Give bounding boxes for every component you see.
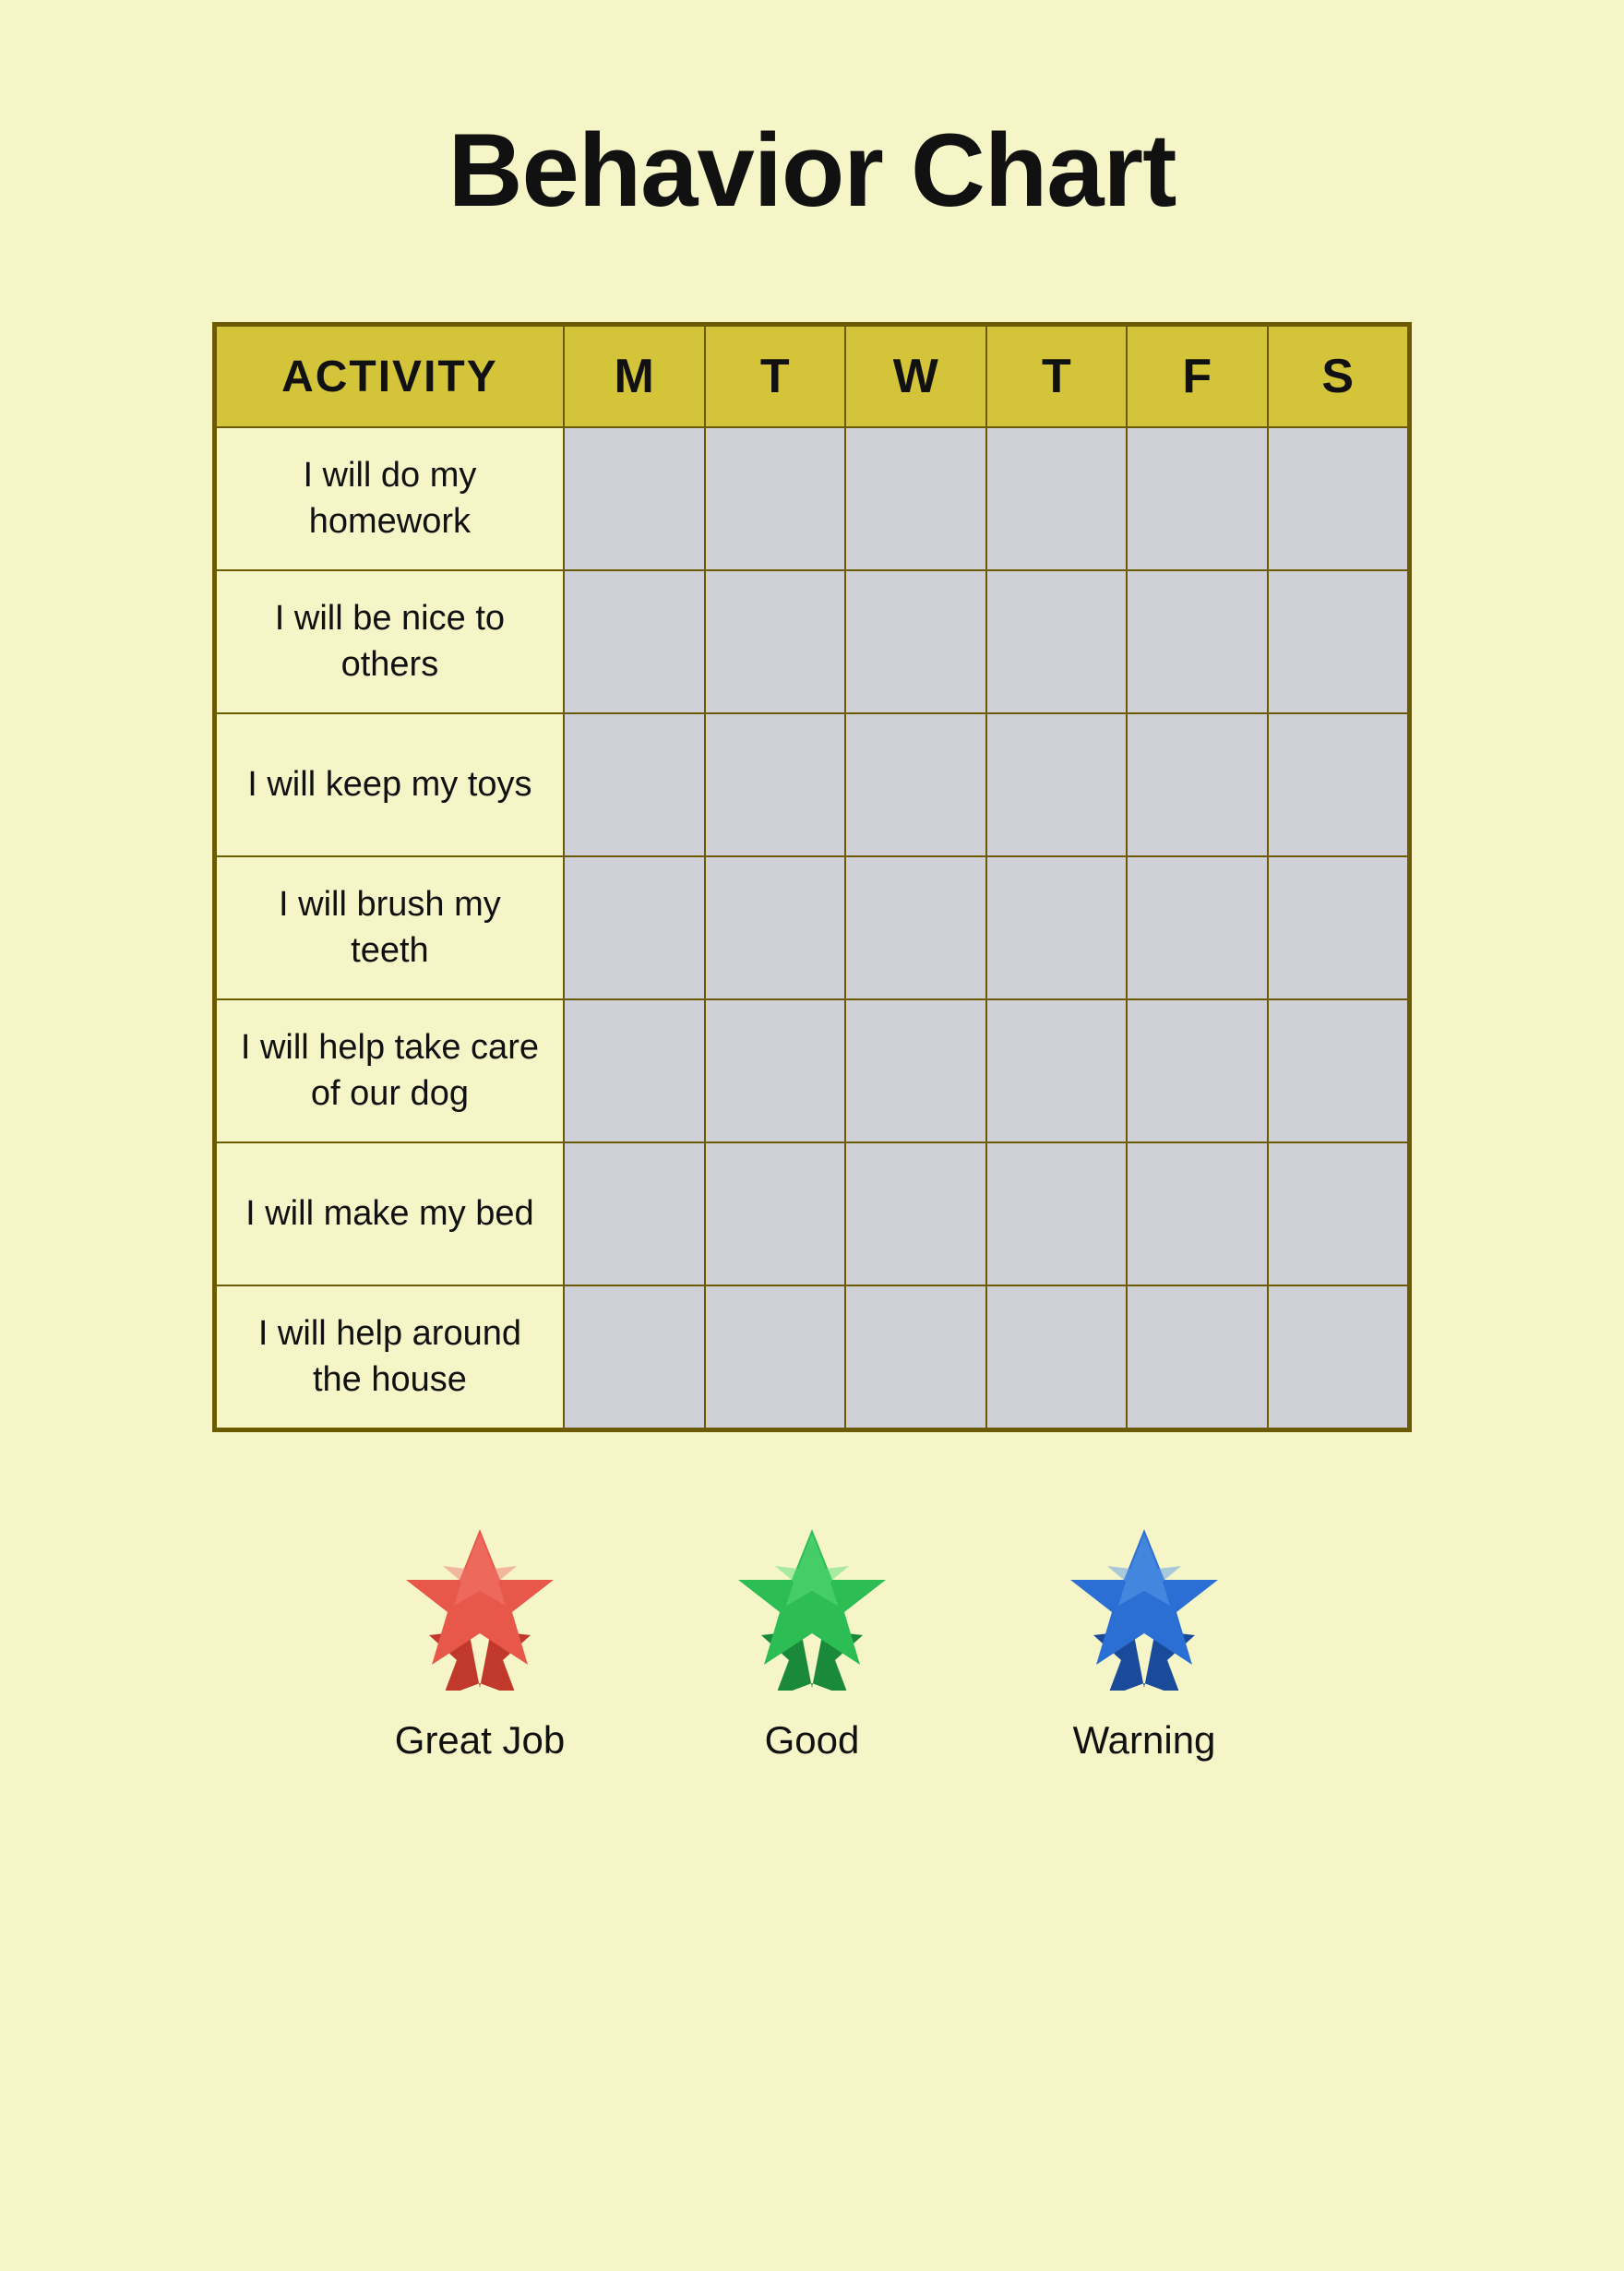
- legend-item-good: Good: [720, 1515, 904, 1763]
- great-job-label: Great Job: [395, 1718, 565, 1763]
- day-cell-2-3[interactable]: [986, 713, 1127, 856]
- day-cell-5-3[interactable]: [986, 1142, 1127, 1285]
- warning-star: [1052, 1515, 1236, 1691]
- day-cell-0-3[interactable]: [986, 427, 1127, 570]
- activity-cell-3: I will brush my teeth: [216, 856, 564, 999]
- day-cell-3-1[interactable]: [705, 856, 845, 999]
- page: Behavior Chart ACTIVITY M T W T F S I wi…: [0, 0, 1624, 2271]
- table-row: I will brush my teeth: [216, 856, 1408, 999]
- day-cell-2-4[interactable]: [1127, 713, 1267, 856]
- day-cell-5-2[interactable]: [845, 1142, 986, 1285]
- day-cell-4-4[interactable]: [1127, 999, 1267, 1142]
- day-cell-5-0[interactable]: [564, 1142, 705, 1285]
- day-cell-0-5[interactable]: [1268, 427, 1409, 570]
- day-cell-6-4[interactable]: [1127, 1285, 1267, 1428]
- day-cell-3-4[interactable]: [1127, 856, 1267, 999]
- activity-cell-4: I will help take care of our dog: [216, 999, 564, 1142]
- table-row: I will do my homework: [216, 427, 1408, 570]
- activity-cell-5: I will make my bed: [216, 1142, 564, 1285]
- day-cell-1-4[interactable]: [1127, 570, 1267, 713]
- day-header-wed: W: [845, 326, 986, 427]
- activity-column-header: ACTIVITY: [216, 326, 564, 427]
- day-cell-3-3[interactable]: [986, 856, 1127, 999]
- day-cell-4-3[interactable]: [986, 999, 1127, 1142]
- day-header-sat: S: [1268, 326, 1409, 427]
- warning-label: Warning: [1073, 1718, 1216, 1763]
- activity-cell-0: I will do my homework: [216, 427, 564, 570]
- day-cell-4-0[interactable]: [564, 999, 705, 1142]
- table-row: I will help around the house: [216, 1285, 1408, 1428]
- day-header-mon: M: [564, 326, 705, 427]
- table-row: I will help take care of our dog: [216, 999, 1408, 1142]
- good-star: [720, 1515, 904, 1691]
- day-cell-4-1[interactable]: [705, 999, 845, 1142]
- day-cell-2-1[interactable]: [705, 713, 845, 856]
- behavior-chart: ACTIVITY M T W T F S I will do my homewo…: [212, 322, 1412, 1432]
- table-row: I will be nice to others: [216, 570, 1408, 713]
- day-cell-0-1[interactable]: [705, 427, 845, 570]
- day-cell-2-5[interactable]: [1268, 713, 1409, 856]
- page-title: Behavior Chart: [448, 111, 1176, 230]
- day-cell-4-5[interactable]: [1268, 999, 1409, 1142]
- activity-cell-1: I will be nice to others: [216, 570, 564, 713]
- day-cell-0-2[interactable]: [845, 427, 986, 570]
- day-cell-6-1[interactable]: [705, 1285, 845, 1428]
- day-cell-1-3[interactable]: [986, 570, 1127, 713]
- day-cell-5-1[interactable]: [705, 1142, 845, 1285]
- day-cell-0-4[interactable]: [1127, 427, 1267, 570]
- day-header-fri: F: [1127, 326, 1267, 427]
- day-cell-3-0[interactable]: [564, 856, 705, 999]
- day-cell-4-2[interactable]: [845, 999, 986, 1142]
- day-cell-6-0[interactable]: [564, 1285, 705, 1428]
- table-header-row: ACTIVITY M T W T F S: [216, 326, 1408, 427]
- day-cell-0-0[interactable]: [564, 427, 705, 570]
- day-cell-1-5[interactable]: [1268, 570, 1409, 713]
- day-cell-6-5[interactable]: [1268, 1285, 1409, 1428]
- good-label: Good: [765, 1718, 860, 1763]
- day-cell-1-2[interactable]: [845, 570, 986, 713]
- day-cell-3-5[interactable]: [1268, 856, 1409, 999]
- day-cell-6-2[interactable]: [845, 1285, 986, 1428]
- day-cell-3-2[interactable]: [845, 856, 986, 999]
- table-row: I will make my bed: [216, 1142, 1408, 1285]
- legend-item-great-job: Great Job: [388, 1515, 572, 1763]
- table-row: I will keep my toys: [216, 713, 1408, 856]
- day-header-tue: T: [705, 326, 845, 427]
- day-cell-1-1[interactable]: [705, 570, 845, 713]
- day-header-thu: T: [986, 326, 1127, 427]
- legend-section: Great Job Good Warning: [388, 1515, 1236, 1763]
- day-cell-1-0[interactable]: [564, 570, 705, 713]
- day-cell-5-4[interactable]: [1127, 1142, 1267, 1285]
- activity-cell-6: I will help around the house: [216, 1285, 564, 1428]
- day-cell-2-2[interactable]: [845, 713, 986, 856]
- great-job-star: [388, 1515, 572, 1691]
- activity-cell-2: I will keep my toys: [216, 713, 564, 856]
- day-cell-6-3[interactable]: [986, 1285, 1127, 1428]
- day-cell-5-5[interactable]: [1268, 1142, 1409, 1285]
- day-cell-2-0[interactable]: [564, 713, 705, 856]
- legend-item-warning: Warning: [1052, 1515, 1236, 1763]
